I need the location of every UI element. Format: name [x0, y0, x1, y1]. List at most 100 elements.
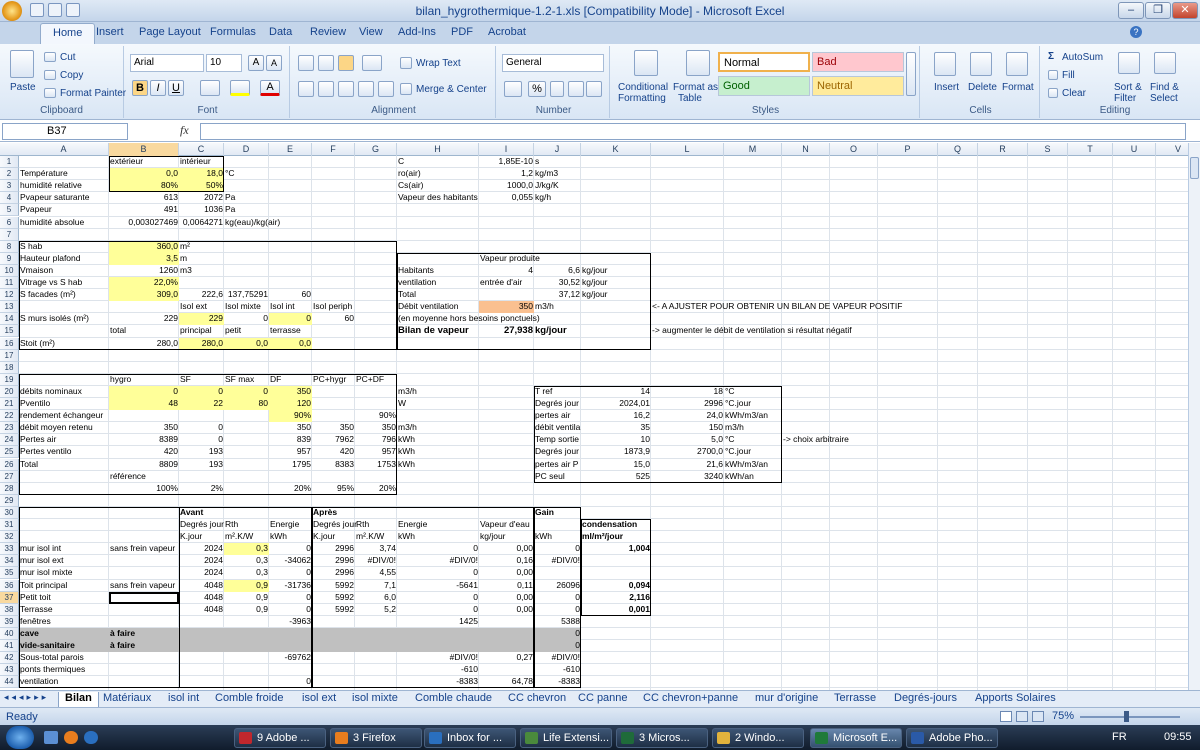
cell-a16[interactable]: Stoit (m²)	[19, 338, 109, 350]
orientation-icon[interactable]	[362, 55, 382, 71]
style-bad[interactable]: Bad	[812, 52, 904, 72]
cell-b40[interactable]: à faire	[109, 628, 179, 640]
align-left-icon[interactable]	[298, 81, 314, 97]
cell-d15[interactable]: petit	[224, 325, 269, 337]
row-header[interactable]: 17	[0, 349, 19, 362]
cell-g36[interactable]: 7,1	[355, 580, 397, 592]
cell-h11[interactable]: ventilation	[397, 277, 479, 289]
cell-i1[interactable]: 1,85E-10	[479, 156, 534, 168]
cell-c12[interactable]: 222,6	[179, 289, 224, 301]
comma-icon[interactable]	[550, 81, 564, 97]
cell-c31[interactable]: Degrés jour	[179, 519, 224, 531]
cell-g33[interactable]: 3,74	[355, 543, 397, 555]
taskbar-item[interactable]: 3 Firefox	[330, 728, 422, 748]
cell-a12[interactable]: S facades (m²)	[19, 289, 109, 301]
sort-filter-icon[interactable]	[1118, 52, 1140, 74]
column-header[interactable]: N	[782, 143, 830, 156]
clear-button[interactable]: Clear	[1062, 88, 1086, 99]
conditional-formatting-icon[interactable]	[634, 50, 658, 76]
cell-c37[interactable]: 4048	[179, 592, 224, 604]
column-header[interactable]: J	[534, 143, 581, 156]
cell-k23[interactable]: 35	[581, 422, 651, 434]
cell-e36[interactable]: -31736	[269, 580, 312, 592]
tab-add-ins[interactable]: Add-Ins	[398, 26, 436, 38]
row-header[interactable]: 16	[0, 337, 19, 350]
cell-a10[interactable]: Vmaison	[19, 265, 109, 277]
row-header[interactable]: 37	[0, 591, 19, 604]
cell-j27[interactable]: PC seul	[534, 471, 581, 483]
cell-c35[interactable]: 2024	[179, 567, 224, 579]
find-select-icon[interactable]	[1154, 52, 1176, 74]
cell-c34[interactable]: 2024	[179, 555, 224, 567]
column-header[interactable]: R	[978, 143, 1028, 156]
format-as-table-icon[interactable]	[686, 50, 710, 76]
cell-l26[interactable]: 21,6	[651, 459, 724, 471]
cell-a39[interactable]: fenêtres	[19, 616, 109, 628]
sort-filter-button-line2[interactable]: Filter	[1114, 93, 1136, 104]
decrease-indent-icon[interactable]	[358, 81, 374, 97]
cell-i36[interactable]: 0,11	[479, 580, 534, 592]
cell-e20[interactable]: 350	[269, 386, 312, 398]
row-header[interactable]: 15	[0, 325, 19, 338]
cell-d13[interactable]: Isol mixte	[224, 301, 269, 313]
cell-g23[interactable]: 350	[355, 422, 397, 434]
cell-h44[interactable]: -8383	[397, 676, 479, 688]
cell-b14[interactable]: 229	[109, 313, 179, 325]
cell-b16[interactable]: 280,0	[109, 338, 179, 350]
fill-color-icon[interactable]	[230, 80, 250, 96]
styles-scroll-icon[interactable]	[906, 52, 916, 96]
row-header[interactable]: 13	[0, 301, 19, 314]
merge-center-button[interactable]: Merge & Center	[416, 84, 487, 95]
cell-e38[interactable]: 0	[269, 604, 312, 616]
cell-l22[interactable]: 24,0	[651, 410, 724, 422]
cell-c6[interactable]: 0,0064271	[179, 217, 224, 229]
cell-a25[interactable]: Pertes ventilo	[19, 446, 109, 458]
cell-b1[interactable]: extérieur	[109, 156, 179, 168]
cell-a14[interactable]: S murs isolés (m²)	[19, 313, 109, 325]
cell-e32[interactable]: kWh	[269, 531, 312, 543]
cell-m21[interactable]: °C.jour	[724, 398, 782, 410]
cell-i15[interactable]: 27,938	[479, 325, 534, 337]
cell-k22[interactable]: 16,2	[581, 410, 651, 422]
language-indicator[interactable]: FR	[1112, 731, 1127, 743]
insert-cells-button[interactable]: Insert	[934, 82, 959, 93]
cell-h31[interactable]: Energie	[397, 519, 479, 531]
row-header[interactable]: 26	[0, 458, 19, 471]
row-header[interactable]: 20	[0, 385, 19, 398]
cell-c10[interactable]: m3	[179, 265, 224, 277]
cell-g25[interactable]: 957	[355, 446, 397, 458]
sheet-tab[interactable]: Matériaux	[103, 692, 151, 704]
cell-j21[interactable]: Degrés jour	[534, 398, 581, 410]
cell-j23[interactable]: débit ventila	[534, 422, 581, 434]
sheet-tab[interactable]: mur d'origine	[755, 692, 818, 704]
column-header[interactable]: T	[1068, 143, 1113, 156]
row-header[interactable]: 22	[0, 410, 19, 423]
cell-f25[interactable]: 420	[312, 446, 355, 458]
cell-c1[interactable]: intérieur	[179, 156, 224, 168]
cell-c3[interactable]: 50%	[179, 180, 224, 192]
cell-d14[interactable]: 0	[224, 313, 269, 325]
cell-e34[interactable]: -34062	[269, 555, 312, 567]
cell-e26[interactable]: 1795	[269, 459, 312, 471]
cell-c36[interactable]: 4048	[179, 580, 224, 592]
cell-c38[interactable]: 4048	[179, 604, 224, 616]
find-select-button-line2[interactable]: Select	[1150, 93, 1178, 104]
cell-h26[interactable]: kWh	[397, 459, 479, 471]
cell-a26[interactable]: Total	[19, 459, 109, 471]
sheet-tab[interactable]: Comble froide	[215, 692, 283, 704]
row-header[interactable]: 42	[0, 652, 19, 665]
cell-m25[interactable]: °C.jour	[724, 446, 782, 458]
cell-k32[interactable]: ml/m²/jour	[581, 531, 651, 543]
sheet-tab[interactable]: Bilan	[58, 692, 99, 708]
cell-h21[interactable]: W	[397, 398, 479, 410]
cell-b33[interactable]: sans frein vapeur	[109, 543, 179, 555]
spreadsheet-grid[interactable]: ABCDEFGHIJKLMNOPQRSTUV 1 2 3 4 5 6 7 8 9 10 11 12 13…	[0, 143, 1188, 690]
cell-c2[interactable]: 18,0	[179, 168, 224, 180]
delete-cells-icon[interactable]	[970, 52, 992, 76]
cell-c23[interactable]: 0	[179, 422, 224, 434]
font-name-select[interactable]: Arial	[130, 54, 204, 72]
column-header[interactable]: K	[581, 143, 651, 156]
tab-data[interactable]: Data	[269, 26, 292, 38]
cell-h15[interactable]: Bilan de vapeur	[397, 325, 479, 337]
cell-d31[interactable]: Rth	[224, 519, 269, 531]
